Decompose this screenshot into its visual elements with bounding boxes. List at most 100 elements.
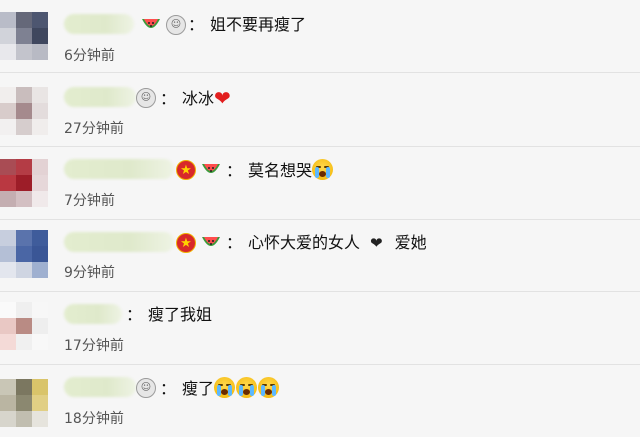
comment-item: ☺ ： 瘦了 18分钟前: [0, 365, 640, 437]
comment-timestamp: 17分钟前: [64, 338, 124, 354]
avatar-tile: [32, 87, 48, 103]
username-blurred[interactable]: [64, 304, 122, 324]
user-badges: ★: [176, 232, 222, 254]
comment-item: ： 瘦了我姐 17分钟前: [0, 292, 640, 364]
avatar-tile: [0, 411, 16, 427]
comment-list: ☺ ：姐不要再瘦了 6分钟前 ☺ ：冰冰❤ 27分钟前 ★ ：莫名想哭 7分钟前: [0, 0, 640, 432]
username-blurred[interactable]: [64, 232, 174, 252]
avatar-tile: [0, 246, 16, 262]
avatar-tile: [0, 395, 16, 411]
avatar-tile: [32, 230, 48, 246]
avatar-tile: [16, 175, 32, 191]
comment-text: ： 莫名想哭: [226, 159, 334, 182]
comment-item: ☺ ： 冰冰❤ 27分钟前: [0, 73, 640, 145]
comment-text: ： 瘦了: [160, 377, 280, 400]
avatar[interactable]: [0, 379, 48, 427]
username-blurred[interactable]: [64, 14, 134, 34]
avatar-tile: [0, 28, 16, 44]
avatar[interactable]: [0, 230, 48, 278]
avatar-tile: [0, 191, 16, 207]
avatar-tile: [32, 12, 48, 28]
avatar[interactable]: [0, 159, 48, 207]
avatar-tile: [0, 318, 16, 334]
avatar-tile: [0, 119, 16, 135]
comment-body: 瘦了: [182, 379, 215, 398]
avatar-tile: [0, 103, 16, 119]
avatar-tile: [16, 12, 32, 28]
avatar-tile: [16, 318, 32, 334]
comment-item: ★ ： 心怀大爱的女人 ❤ 爱她 9分钟前: [0, 220, 640, 292]
avatar-tile: [32, 411, 48, 427]
avatar-tile: [32, 395, 48, 411]
avatar-tile: [16, 119, 32, 135]
comment-timestamp: 27分钟前: [64, 121, 124, 137]
avatar-tile: [16, 159, 32, 175]
star-badge-icon: ★: [176, 233, 196, 253]
username-blurred[interactable]: [64, 87, 136, 107]
avatar-tile: [32, 191, 48, 207]
crying-emoji-icon: [214, 377, 236, 398]
comment-timestamp: 18分钟前: [64, 411, 124, 427]
user-badges: ☺: [140, 14, 186, 36]
black-heart-icon: ❤: [370, 234, 383, 252]
avatar-tile: [0, 87, 16, 103]
avatar-tile: [32, 262, 48, 278]
username-blurred[interactable]: [64, 159, 174, 179]
watermelon-badge-icon: [200, 233, 222, 253]
comment-colon: ：: [126, 305, 143, 324]
comment-colon: ：: [160, 379, 177, 398]
avatar[interactable]: [0, 12, 48, 60]
avatar-tile: [0, 44, 16, 60]
comment-body: 心怀大爱的女人: [248, 233, 361, 252]
comment-timestamp: 6分钟前: [64, 48, 115, 64]
avatar-tile: [0, 159, 16, 175]
comment-body: 冰冰: [182, 89, 215, 108]
watermelon-badge-icon: [200, 160, 222, 180]
comment-text: ： 冰冰❤: [160, 87, 231, 110]
user-badges: ☺: [136, 377, 156, 399]
medal-badge-icon: ☺: [136, 378, 156, 398]
avatar-tile: [0, 12, 16, 28]
avatar-tile: [32, 379, 48, 395]
avatar-tile: [32, 334, 48, 350]
crying-emoji-icon: [258, 377, 280, 398]
comment-colon: ：: [226, 233, 243, 252]
avatar-tile: [32, 44, 48, 60]
medal-badge-icon: ☺: [136, 88, 156, 108]
avatar-tile: [0, 262, 16, 278]
avatar-tile: [32, 246, 48, 262]
avatar-tile: [32, 175, 48, 191]
avatar-tile: [16, 302, 32, 318]
avatar-tile: [16, 87, 32, 103]
comment-item: ★ ： 莫名想哭 7分钟前: [0, 147, 640, 219]
comment-text: ： 瘦了我姐: [126, 304, 212, 326]
comment-colon: ：: [188, 15, 205, 34]
comment-body: 莫名想哭: [248, 161, 313, 180]
avatar-tile: [32, 318, 48, 334]
avatar-tile: [0, 230, 16, 246]
comment-timestamp: 7分钟前: [64, 193, 115, 209]
medal-badge-icon: ☺: [166, 15, 186, 35]
avatar-tile: [16, 103, 32, 119]
crying-emoji-icon: [312, 159, 334, 180]
comment-body: 姐不要再瘦了: [210, 15, 307, 34]
avatar-tile: [32, 119, 48, 135]
comment-timestamp: 9分钟前: [64, 265, 115, 281]
avatar-tile: [16, 411, 32, 427]
avatar-tile: [32, 159, 48, 175]
avatar-tile: [16, 246, 32, 262]
avatar[interactable]: [0, 87, 48, 135]
watermelon-badge-icon: [140, 15, 162, 35]
comment-body-suffix: 爱她: [394, 233, 427, 252]
avatar-tile: [0, 302, 16, 318]
comment-text: ： 姐不要再瘦了: [188, 14, 306, 36]
avatar-tile: [16, 28, 32, 44]
avatar-tile: [32, 28, 48, 44]
avatar-tile: [16, 262, 32, 278]
heart-emoji-icon: ❤: [214, 86, 231, 110]
username-blurred[interactable]: [64, 377, 136, 397]
avatar[interactable]: [0, 302, 48, 350]
avatar-tile: [16, 395, 32, 411]
user-badges: ☺: [136, 87, 156, 109]
avatar-tile: [32, 302, 48, 318]
